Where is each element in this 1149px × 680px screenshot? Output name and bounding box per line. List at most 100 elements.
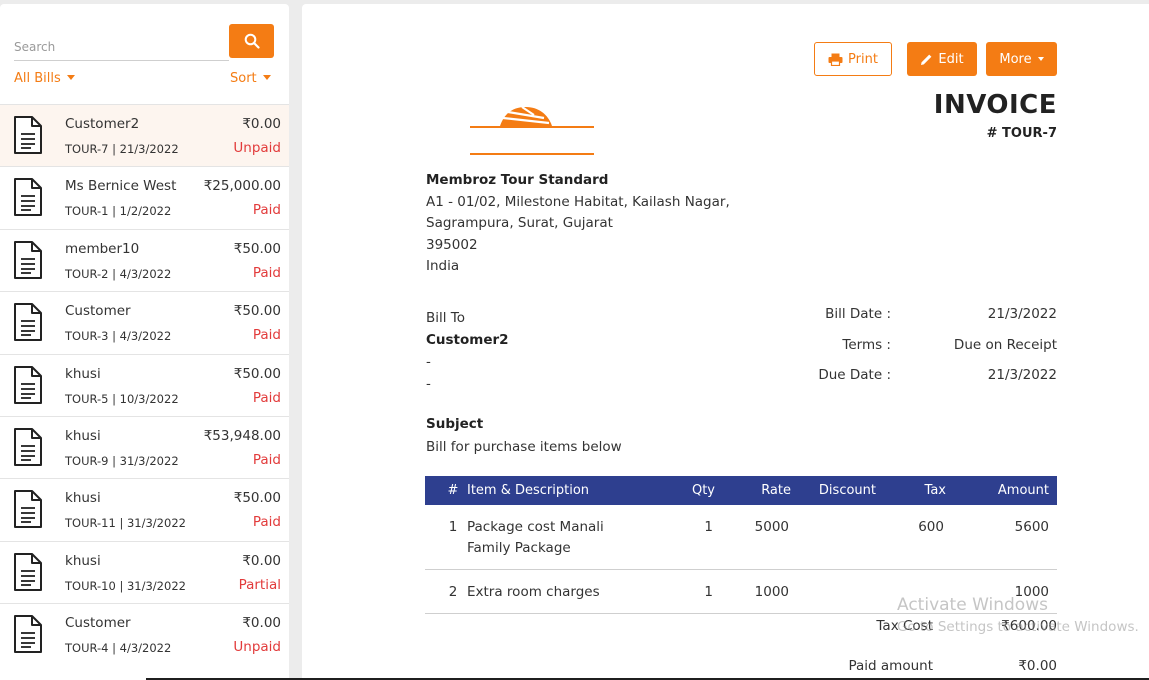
- search-icon: [244, 33, 260, 49]
- bill-customer-name: Ms Bernice West: [65, 178, 177, 195]
- terms-label: Terms :: [842, 336, 891, 353]
- search-button[interactable]: [229, 24, 274, 58]
- row-rate: 5000: [754, 519, 789, 535]
- bill-number-date: TOUR-5 | 10/3/2022: [65, 391, 179, 406]
- paid-amount-label: Paid amount: [848, 658, 933, 674]
- search-input[interactable]: [14, 24, 229, 60]
- col-header-item: Item & Description: [467, 483, 590, 498]
- more-dropdown-button[interactable]: More: [986, 42, 1057, 76]
- tax-cost-row: Tax Cost ₹600.00: [792, 618, 1057, 658]
- col-header-rate: Rate: [761, 483, 791, 498]
- row-amount: 1000: [1014, 584, 1049, 600]
- sort-dropdown[interactable]: Sort: [230, 71, 271, 86]
- bill-date-label: Bill Date :: [825, 306, 891, 322]
- bill-list-item[interactable]: khusi TOUR-5 | 10/3/2022 ₹50.00 Paid: [0, 353, 289, 416]
- bill-number-date: TOUR-4 | 4/3/2022: [65, 641, 172, 656]
- bill-list-item[interactable]: khusi TOUR-9 | 31/3/2022 ₹53,948.00 Paid: [0, 415, 289, 479]
- address-line-1: A1 - 01/02, Milestone Habitat, Kailash N…: [426, 193, 730, 210]
- bill-status: Paid: [252, 389, 281, 406]
- print-label: Print: [848, 51, 878, 67]
- print-button[interactable]: Print: [814, 42, 892, 76]
- document-icon: [14, 178, 42, 217]
- sort-label: Sort: [230, 71, 257, 86]
- document-icon: [14, 427, 42, 466]
- items-table-header: # Item & Description Qty Rate Discount T…: [425, 476, 1057, 505]
- all-bills-label: All Bills: [14, 71, 61, 86]
- bill-list-panel: All Bills Sort Customer2 TOUR-7 | 21/3/2…: [0, 4, 289, 680]
- bill-to-customer: Customer2: [426, 332, 509, 348]
- subject-section: Subject Bill for purchase items below: [426, 413, 622, 459]
- bill-number-date: TOUR-10 | 31/3/2022: [65, 578, 186, 593]
- bill-status: Unpaid: [233, 140, 281, 156]
- bill-list-item[interactable]: khusi TOUR-11 | 31/3/2022 ₹50.00 Paid: [0, 478, 289, 541]
- document-icon: [14, 552, 42, 591]
- bill-customer-name: member10: [65, 240, 140, 257]
- col-header-number: #: [447, 483, 459, 498]
- items-table: # Item & Description Qty Rate Discount T…: [425, 476, 1057, 614]
- subject-text: Bill for purchase items below: [426, 439, 622, 455]
- bill-amount: ₹50.00: [233, 240, 281, 257]
- organization-name: Membroz Tour Standard: [426, 172, 609, 188]
- invoice-panel: Print Edit More INVOICE # TOUR-7 Membroz…: [302, 4, 1149, 680]
- due-date-row: Due Date : 21/3/2022: [792, 367, 1057, 398]
- bill-list-item[interactable]: Customer TOUR-3 | 4/3/2022 ₹50.00 Paid: [0, 291, 289, 354]
- more-label: More: [999, 51, 1032, 67]
- search-field: [14, 24, 229, 61]
- row-tax: [894, 570, 962, 614]
- bill-number-date: TOUR-9 | 31/3/2022: [65, 453, 179, 468]
- bill-date-row: Bill Date : 21/3/2022: [792, 306, 1057, 337]
- bill-amount: ₹53,948.00: [203, 427, 281, 444]
- row-qty: 1: [704, 519, 713, 535]
- document-icon: [14, 116, 42, 154]
- bill-status: Partial: [238, 576, 281, 593]
- pencil-icon: [921, 54, 932, 65]
- row-rate: 1000: [754, 584, 789, 600]
- bill-amount: ₹0.00: [242, 615, 281, 632]
- printer-icon: [828, 53, 843, 66]
- bill-list-item[interactable]: Customer2 TOUR-7 | 21/3/2022 ₹0.00 Unpai…: [0, 104, 289, 167]
- col-header-tax: Tax: [924, 483, 946, 498]
- bill-date-value: 21/3/2022: [987, 306, 1057, 322]
- bill-status: Paid: [252, 327, 281, 344]
- paid-amount-value: ₹0.00: [1018, 658, 1057, 674]
- edit-label: Edit: [938, 51, 964, 67]
- bill-customer-name: Customer: [65, 303, 131, 320]
- due-date-label: Due Date :: [818, 367, 891, 383]
- row-number: 2: [448, 584, 458, 600]
- invoice-totals: Tax Cost ₹600.00 Paid amount ₹0.00: [792, 618, 1057, 680]
- invoice-number: # TOUR-7: [986, 126, 1057, 141]
- bill-list-item[interactable]: Ms Bernice West TOUR-1 | 1/2/2022 ₹25,00…: [0, 166, 289, 229]
- bill-list-item[interactable]: member10 TOUR-2 | 4/3/2022 ₹50.00 Paid: [0, 228, 289, 292]
- chevron-down-icon: [262, 75, 271, 80]
- bill-to-label: Bill To: [426, 310, 466, 326]
- bill-number-date: TOUR-7 | 21/3/2022: [65, 142, 179, 156]
- address-line-2: Sagrampura, Surat, Gujarat: [426, 215, 613, 231]
- bill-number-date: TOUR-3 | 4/3/2022: [65, 329, 172, 344]
- col-header-qty: Qty: [691, 483, 715, 498]
- tax-cost-value: ₹600.00: [1001, 618, 1057, 634]
- bill-list-item[interactable]: Customer TOUR-4 | 4/3/2022 ₹0.00 Unpaid: [0, 603, 289, 666]
- tax-cost-label: Tax Cost: [876, 618, 933, 634]
- subject-label: Subject: [426, 416, 484, 432]
- organization-address: Membroz Tour Standard A1 - 01/02, Milest…: [426, 170, 730, 278]
- due-date-value: 21/3/2022: [987, 367, 1057, 383]
- bill-status: Paid: [252, 264, 281, 281]
- all-bills-dropdown[interactable]: All Bills: [14, 71, 75, 86]
- document-icon: [14, 365, 42, 404]
- row-discount: [799, 570, 894, 614]
- terms-row: Terms : Due on Receipt: [792, 337, 1057, 368]
- bill-status: Unpaid: [233, 639, 281, 656]
- bill-customer-name: Customer2: [65, 116, 140, 132]
- paid-amount-row: Paid amount ₹0.00: [792, 658, 1057, 680]
- edit-button[interactable]: Edit: [907, 42, 977, 76]
- bill-list-item[interactable]: khusi TOUR-10 | 31/3/2022 ₹0.00 Partial: [0, 540, 289, 604]
- table-row: 1 Package cost Manali Family Package 1 5…: [425, 505, 1057, 570]
- row-description: Extra room charges: [467, 584, 600, 600]
- chevron-down-icon: [66, 75, 75, 80]
- bill-status: Paid: [252, 202, 281, 219]
- bill-customer-name: khusi: [65, 427, 101, 444]
- bill-to-line-1: -: [426, 354, 431, 370]
- bill-amount: ₹50.00: [233, 365, 281, 382]
- bill-number-date: TOUR-11 | 31/3/2022: [65, 516, 186, 531]
- invoice-title: INVOICE: [933, 90, 1057, 120]
